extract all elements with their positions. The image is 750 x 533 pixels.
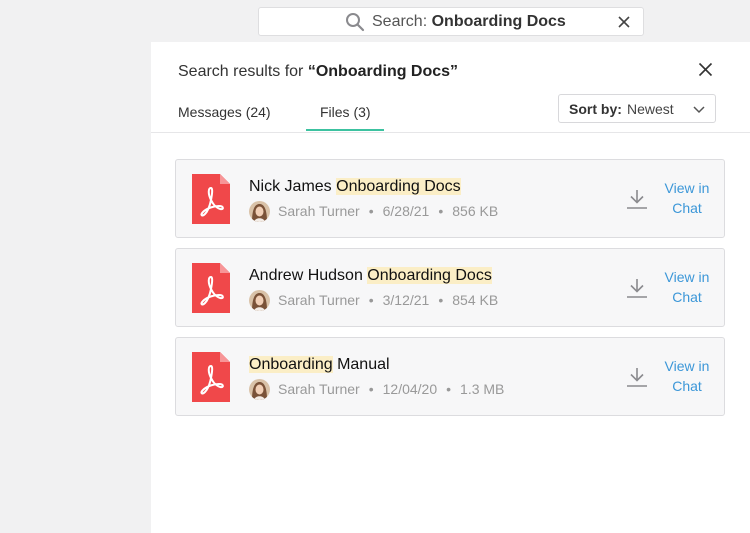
file-date: 6/28/21 — [382, 203, 430, 219]
tab-messages[interactable]: Messages (24) — [178, 104, 271, 120]
meta-separator: • — [438, 203, 444, 219]
view-link-line2: Chat — [672, 378, 702, 394]
tab-files[interactable]: Files (3) — [320, 104, 371, 120]
meta-separator: • — [438, 292, 444, 308]
file-name[interactable]: Nick James Onboarding Docs — [249, 178, 461, 196]
view-link-line1: View in — [664, 269, 710, 285]
view-link-line1: View in — [664, 180, 710, 196]
sort-dropdown[interactable]: Sort by: Newest — [558, 94, 716, 123]
close-icon[interactable] — [698, 62, 713, 77]
meta-separator: • — [368, 203, 374, 219]
pdf-file-icon — [192, 352, 230, 402]
file-result-card[interactable]: Nick James Onboarding Docs Sarah Turner … — [175, 159, 725, 238]
file-name-text: Andrew Hudson — [249, 267, 368, 284]
chevron-down-icon — [693, 106, 705, 114]
pdf-file-icon — [192, 263, 230, 313]
search-prefix: Search: — [372, 13, 428, 30]
file-date: 3/12/21 — [382, 292, 430, 308]
file-meta: Sarah Turner • 12/04/20 • 1.3 MB — [249, 378, 504, 400]
title-prefix: Search results for — [178, 63, 308, 80]
file-date: 12/04/20 — [382, 381, 438, 397]
avatar — [249, 289, 270, 311]
file-size: 854 KB — [452, 292, 499, 308]
search-query: Onboarding Docs — [431, 13, 566, 30]
file-author: Sarah Turner — [278, 292, 360, 308]
file-size: 856 KB — [452, 203, 499, 219]
sort-label: Sort by: — [569, 101, 622, 117]
file-name-highlight: Onboarding — [249, 356, 333, 373]
divider — [151, 132, 750, 133]
view-in-chat-link[interactable]: View in Chat — [658, 178, 716, 218]
sort-value: Newest — [627, 101, 674, 117]
file-name-text: Nick James — [249, 178, 337, 195]
file-result-card[interactable]: Onboarding Manual Sarah Turner • 12/04/2… — [175, 337, 725, 416]
file-name[interactable]: Onboarding Manual — [249, 356, 390, 374]
view-in-chat-link[interactable]: View in Chat — [658, 356, 716, 396]
download-icon[interactable] — [626, 188, 648, 210]
file-meta: Sarah Turner • 3/12/21 • 854 KB — [249, 289, 498, 311]
avatar — [249, 200, 270, 222]
view-link-line1: View in — [664, 358, 710, 374]
file-author: Sarah Turner — [278, 203, 360, 219]
page-title: Search results for “Onboarding Docs” — [178, 63, 458, 81]
search-results-panel: Search results for “Onboarding Docs” Mes… — [151, 42, 750, 533]
download-icon[interactable] — [626, 277, 648, 299]
file-name[interactable]: Andrew Hudson Onboarding Docs — [249, 267, 492, 285]
title-query: “Onboarding Docs” — [307, 63, 459, 80]
pdf-file-icon — [192, 174, 230, 224]
search-bar[interactable]: Search: Onboarding Docs — [258, 7, 644, 36]
download-icon[interactable] — [626, 366, 648, 388]
search-query-text[interactable]: Search: Onboarding Docs — [372, 13, 566, 31]
file-meta: Sarah Turner • 6/28/21 • 856 KB — [249, 200, 498, 222]
clear-search-icon[interactable] — [617, 15, 631, 29]
view-link-line2: Chat — [672, 200, 702, 216]
search-icon — [346, 13, 365, 32]
meta-separator: • — [368, 381, 374, 397]
active-tab-indicator — [306, 129, 384, 131]
file-result-card[interactable]: Andrew Hudson Onboarding Docs Sarah Turn… — [175, 248, 725, 327]
file-name-text: Manual — [332, 356, 390, 373]
view-link-line2: Chat — [672, 289, 702, 305]
file-author: Sarah Turner — [278, 381, 360, 397]
meta-separator: • — [368, 292, 374, 308]
file-name-highlight: Onboarding Docs — [336, 178, 461, 195]
meta-separator: • — [446, 381, 452, 397]
file-name-highlight: Onboarding Docs — [367, 267, 492, 284]
file-size: 1.3 MB — [460, 381, 505, 397]
avatar — [249, 378, 270, 400]
view-in-chat-link[interactable]: View in Chat — [658, 267, 716, 307]
